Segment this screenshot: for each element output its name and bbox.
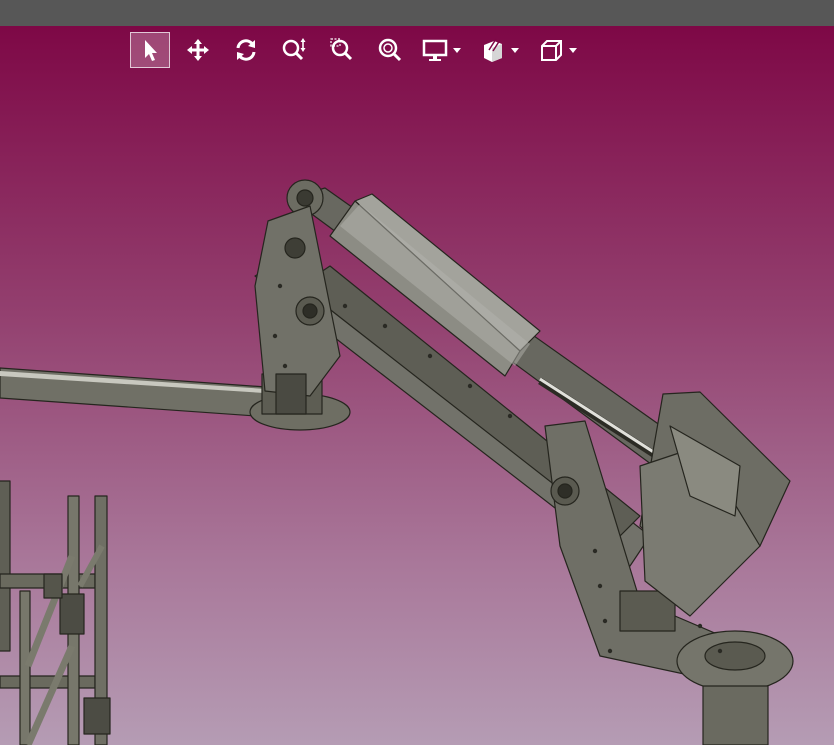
zoom-window-button[interactable] xyxy=(322,32,362,68)
view-cube-icon xyxy=(541,40,562,61)
section-button[interactable] xyxy=(476,32,526,68)
chevron-down-icon xyxy=(453,48,461,53)
zoom-fit-icon xyxy=(378,38,402,62)
rotate-icon xyxy=(236,39,256,61)
end-effector-plate xyxy=(639,391,791,617)
cursor-arrow-icon xyxy=(145,40,157,61)
standard-views-button[interactable] xyxy=(534,32,584,68)
base-turntable xyxy=(676,630,794,745)
zoom-vertical-icon xyxy=(282,38,306,61)
rotate-button[interactable] xyxy=(226,32,266,68)
pan-button[interactable] xyxy=(178,32,218,68)
section-box-icon xyxy=(484,38,502,62)
left-bracket-plate xyxy=(254,205,341,415)
view-toolbar xyxy=(130,30,592,70)
display-mode-button[interactable] xyxy=(418,32,468,68)
monitor-icon xyxy=(422,39,448,61)
chevron-down-icon xyxy=(569,48,577,53)
3d-viewport[interactable] xyxy=(0,26,834,745)
scaffold-structure xyxy=(0,480,111,745)
zoom-fit-button[interactable] xyxy=(370,32,410,68)
title-bar xyxy=(0,0,834,26)
cad-model-view[interactable] xyxy=(0,26,834,745)
chevron-down-icon xyxy=(511,48,519,53)
move-arrows-icon xyxy=(187,39,209,61)
select-button[interactable] xyxy=(130,32,170,68)
zoom-button[interactable] xyxy=(274,32,314,68)
zoom-window-icon xyxy=(330,38,353,61)
